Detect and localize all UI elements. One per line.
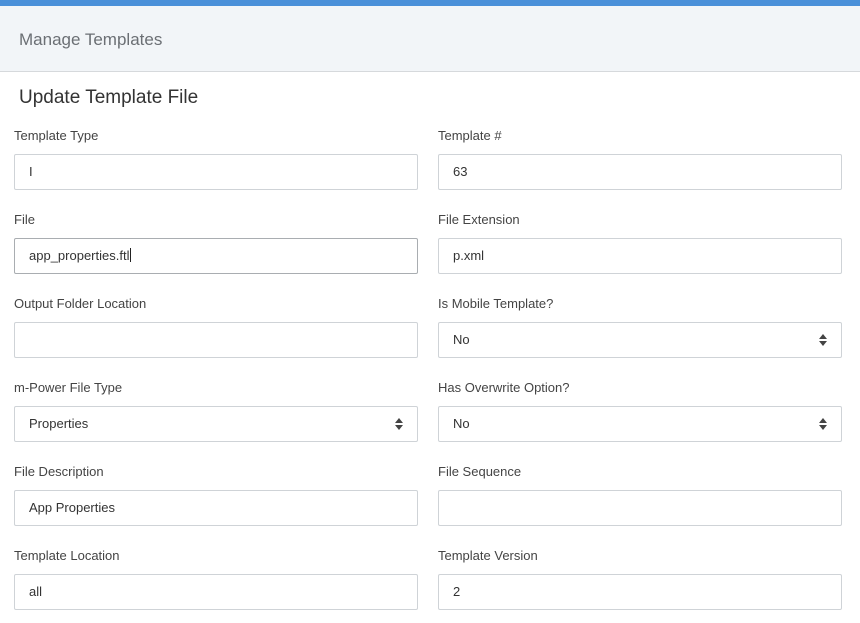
template-number-label: Template # bbox=[438, 128, 502, 143]
file-description-input[interactable]: App Properties bbox=[14, 490, 418, 526]
template-version-input[interactable]: 2 bbox=[438, 574, 842, 610]
file-label: File bbox=[14, 212, 35, 227]
has-overwrite-field: Has Overwrite Option? No bbox=[438, 380, 842, 442]
template-number-input[interactable]: 63 bbox=[438, 154, 842, 190]
file-sequence-field: File Sequence bbox=[438, 464, 842, 526]
file-description-field: File Description App Properties bbox=[14, 464, 418, 526]
page-title: Manage Templates bbox=[19, 30, 163, 49]
file-input-value: app_properties.ftl bbox=[29, 248, 130, 263]
file-sequence-label: File Sequence bbox=[438, 464, 522, 479]
template-location-input[interactable]: all bbox=[14, 574, 418, 610]
select-arrows-icon bbox=[395, 418, 403, 430]
file-input[interactable]: app_properties.ftl bbox=[14, 238, 418, 274]
has-overwrite-select[interactable]: No bbox=[438, 406, 842, 442]
file-type-field: m-Power File Type Properties bbox=[14, 380, 418, 442]
is-mobile-field: Is Mobile Template? No bbox=[438, 296, 842, 358]
select-arrows-icon bbox=[819, 334, 827, 346]
template-number-field: Template # 63 bbox=[438, 128, 842, 190]
output-folder-field: Output Folder Location bbox=[14, 296, 418, 358]
has-overwrite-label: Has Overwrite Option? bbox=[438, 380, 570, 395]
file-sequence-input[interactable] bbox=[438, 490, 842, 526]
section-title: Update Template File bbox=[19, 87, 199, 108]
output-folder-label: Output Folder Location bbox=[14, 296, 147, 311]
file-type-select-value: Properties bbox=[29, 416, 89, 431]
file-type-label: m-Power File Type bbox=[14, 380, 123, 395]
template-version-field: Template Version 2 bbox=[438, 548, 842, 610]
file-description-label: File Description bbox=[14, 464, 104, 479]
select-arrows-icon bbox=[819, 418, 827, 430]
file-field: File app_properties.ftl bbox=[14, 212, 418, 274]
template-location-field: Template Location all bbox=[14, 548, 418, 610]
file-extension-field: File Extension p.xml bbox=[438, 212, 842, 274]
template-version-label: Template Version bbox=[438, 548, 538, 563]
template-type-input[interactable]: I bbox=[14, 154, 418, 190]
text-cursor bbox=[130, 248, 132, 262]
is-mobile-select[interactable]: No bbox=[438, 322, 842, 358]
template-type-field: Template Type I bbox=[14, 128, 418, 190]
file-extension-input[interactable]: p.xml bbox=[438, 238, 842, 274]
template-type-label: Template Type bbox=[14, 128, 99, 143]
template-location-label: Template Location bbox=[14, 548, 120, 563]
is-mobile-label: Is Mobile Template? bbox=[438, 296, 554, 311]
output-folder-input[interactable] bbox=[14, 322, 418, 358]
is-mobile-select-value: No bbox=[453, 332, 470, 347]
page-header: Manage Templates bbox=[0, 6, 860, 72]
file-extension-label: File Extension bbox=[438, 212, 520, 227]
file-type-select[interactable]: Properties bbox=[14, 406, 418, 442]
has-overwrite-select-value: No bbox=[453, 416, 470, 431]
